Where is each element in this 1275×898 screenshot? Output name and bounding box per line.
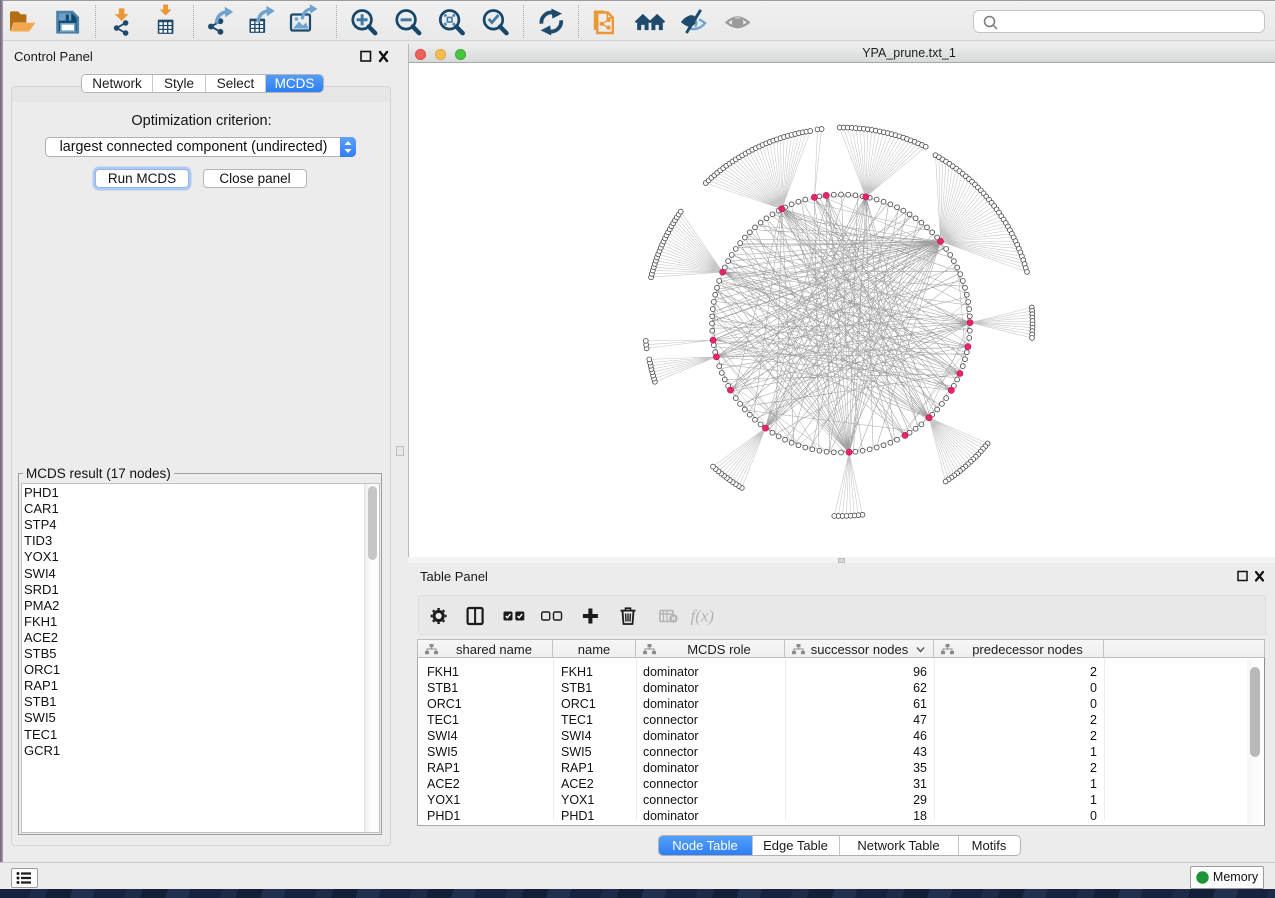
svg-text:f(x): f(x) xyxy=(691,607,715,626)
